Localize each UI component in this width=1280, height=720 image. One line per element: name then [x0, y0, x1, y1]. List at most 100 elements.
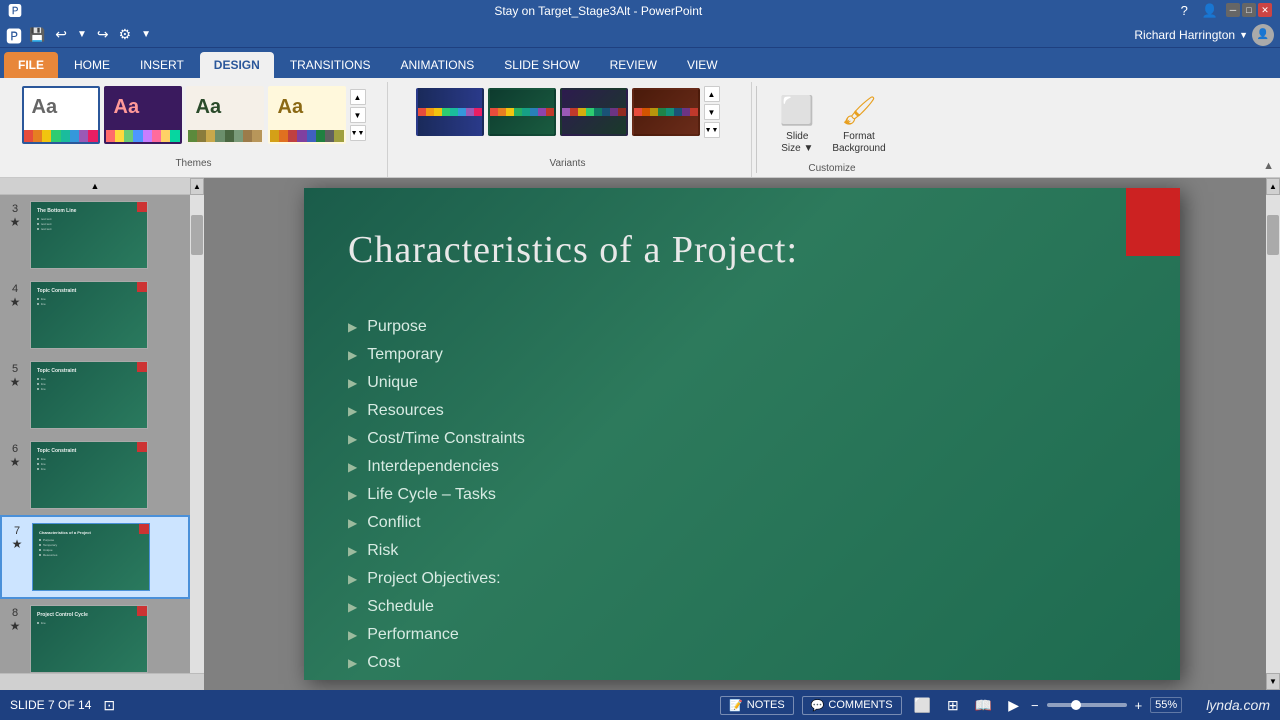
bullet-interdependencies: ▶ Interdependencies: [348, 458, 1136, 476]
more-icon[interactable]: ⚙: [116, 24, 135, 45]
slide-scrollbar-up[interactable]: ▲: [190, 178, 204, 195]
main-scrollbar[interactable]: ▲ ▼: [1266, 178, 1280, 690]
normal-view-button[interactable]: ⬜: [910, 695, 935, 716]
bullet-arrow-icon: ▶: [348, 488, 357, 502]
slide-sorter-button[interactable]: ⊞: [943, 695, 963, 716]
variants-scroll-down[interactable]: ▼: [704, 104, 720, 120]
notes-button[interactable]: 📝 NOTES: [720, 696, 794, 715]
themes-scroll-down[interactable]: ▼: [350, 107, 366, 123]
theme-b-thumb[interactable]: Aa: [104, 86, 182, 144]
bullet-arrow-icon: ▶: [348, 376, 357, 390]
variants-scroll-up[interactable]: ▲: [704, 86, 720, 102]
main-scrollbar-down[interactable]: ▼: [1266, 673, 1280, 690]
user-name[interactable]: Richard Harrington ▼ 👤: [1134, 24, 1274, 46]
lynda-logo: lynda.com: [1206, 697, 1270, 713]
tab-view[interactable]: VIEW: [673, 52, 732, 78]
slide-thumb-7[interactable]: 7 ★ Characteristics of a Project Purpose…: [0, 515, 190, 599]
slide-thumb-6[interactable]: 6 ★ Topic Constraint line line line: [0, 435, 190, 515]
bullet-arrow-icon: ▶: [348, 544, 357, 558]
main-slide-area: Characteristics of a Project: ▶ Purpose …: [204, 178, 1280, 690]
undo-arrow-icon[interactable]: ▼: [74, 27, 90, 42]
bullet-resources: ▶ Resources: [348, 402, 1136, 420]
tab-file[interactable]: FILE: [4, 52, 58, 78]
variant-4-thumb[interactable]: [632, 88, 700, 136]
theme-d-thumb[interactable]: Aa: [268, 86, 346, 144]
variants-section: ▲ ▼ ▼▼ Variants: [392, 82, 752, 177]
zoom-level[interactable]: 55%: [1150, 697, 1182, 713]
variants-scroll-arrows: ▲ ▼ ▼▼: [704, 86, 720, 138]
status-bar: SLIDE 7 OF 14 ⊡ 📝 NOTES 💬 COMMENTS ⬜ ⊞ 📖…: [0, 690, 1280, 720]
bullet-risk: ▶ Risk: [348, 542, 1136, 560]
customize-section: ⬜ SlideSize ▼ 🖌 FormatBackground Customi…: [761, 82, 911, 177]
bullet-arrow-icon: ▶: [348, 460, 357, 474]
slide-size-button[interactable]: ⬜ SlideSize ▼: [772, 90, 822, 159]
slide-thumb-5[interactable]: 5 ★ Topic Constraint line line line: [0, 355, 190, 435]
slide-corner-accent: [1126, 188, 1180, 256]
bullet-arrow-icon: ▶: [348, 600, 357, 614]
zoom-out-icon[interactable]: −: [1031, 698, 1039, 713]
slide-panel-scroll-up[interactable]: ▲: [0, 178, 190, 195]
tab-home[interactable]: HOME: [60, 52, 124, 78]
undo-icon[interactable]: ↩: [52, 24, 70, 45]
zoom-in-icon[interactable]: +: [1135, 698, 1143, 713]
tab-animations[interactable]: ANIMATIONS: [386, 52, 488, 78]
zoom-slider[interactable]: [1047, 703, 1127, 707]
account-icon[interactable]: 👤: [1196, 3, 1224, 19]
variant-3-thumb[interactable]: [560, 88, 628, 136]
tab-design[interactable]: DESIGN: [200, 52, 274, 78]
statusbar-right: 📝 NOTES 💬 COMMENTS ⬜ ⊞ 📖 ▶ − + 55% lynda…: [720, 695, 1270, 716]
tab-slideshow[interactable]: SLIDE SHOW: [490, 52, 593, 78]
variants-more[interactable]: ▼▼: [704, 122, 720, 138]
slide-panel-scroll-down[interactable]: ▼: [0, 673, 190, 690]
collapse-ribbon-button[interactable]: ▲: [1263, 160, 1274, 172]
window-controls: ? 👤 ─ □ ✕: [1175, 3, 1272, 19]
main-scrollbar-track: [1266, 195, 1280, 673]
quick-access-more[interactable]: ▼: [138, 27, 154, 42]
slide-panel-scrollbar[interactable]: ▲ ▼: [190, 178, 204, 690]
themes-scroll-arrows: ▲ ▼ ▼▼: [350, 89, 366, 141]
main-scrollbar-thumb[interactable]: [1267, 215, 1279, 255]
save-icon[interactable]: 💾: [26, 25, 48, 45]
slide-show-button[interactable]: ▶: [1004, 695, 1023, 716]
format-background-button[interactable]: 🖌 FormatBackground: [826, 90, 891, 159]
slide-thumb-8[interactable]: 8 ★ Project Control Cycle line: [0, 599, 190, 679]
bullet-conflict: ▶ Conflict: [348, 514, 1136, 532]
tab-insert[interactable]: INSERT: [126, 52, 198, 78]
bullet-unique: ▶ Unique: [348, 374, 1136, 392]
zoom-handle[interactable]: [1071, 700, 1081, 710]
minimize-button[interactable]: ─: [1226, 3, 1240, 17]
title-bar-left: 🅿: [8, 1, 22, 21]
tab-transitions[interactable]: TRANSITIONS: [276, 52, 385, 78]
bullet-cost: ▶ Cost: [348, 654, 1136, 672]
help-icon[interactable]: ?: [1175, 3, 1194, 19]
slide-thumb-3[interactable]: 3 ★ The Bottom Line text text text text …: [0, 195, 190, 275]
bullet-arrow-icon: ▶: [348, 404, 357, 418]
variants-row: ▲ ▼ ▼▼: [416, 86, 720, 138]
notes-icon: 📝: [729, 699, 743, 712]
bullet-arrow-icon: ▶: [348, 348, 357, 362]
close-button[interactable]: ✕: [1258, 3, 1272, 17]
theme-a-thumb[interactable]: Aa: [22, 86, 100, 144]
ribbon-tabs: FILE HOME INSERT DESIGN TRANSITIONS ANIM…: [0, 48, 1280, 78]
bullet-text: Cost/Time Constraints: [367, 430, 525, 448]
variant-2-thumb[interactable]: [488, 88, 556, 136]
main-scrollbar-up[interactable]: ▲: [1266, 178, 1280, 195]
comments-button[interactable]: 💬 COMMENTS: [802, 696, 902, 715]
slide-scrollbar-thumb[interactable]: [191, 215, 203, 255]
theme-c-thumb[interactable]: Aa: [186, 86, 264, 144]
slide-panel-wrapper: ▲ 3 ★ The Bottom Line text text text tex…: [0, 178, 204, 690]
star-icon-8: ★: [10, 619, 21, 633]
redo-icon[interactable]: ↪: [94, 24, 112, 45]
current-slide[interactable]: Characteristics of a Project: ▶ Purpose …: [304, 188, 1180, 680]
slide-title[interactable]: Characteristics of a Project:: [348, 228, 1100, 272]
slide-size-label: SlideSize ▼: [781, 131, 813, 155]
themes-scroll-up[interactable]: ▲: [350, 89, 366, 105]
fit-slide-button[interactable]: ⊡: [103, 697, 115, 714]
reading-view-button[interactable]: 📖: [971, 695, 996, 716]
slide-thumb-4[interactable]: 4 ★ Topic Constraint line line: [0, 275, 190, 355]
format-background-label: FormatBackground: [832, 131, 885, 155]
variant-1-thumb[interactable]: [416, 88, 484, 136]
restore-button[interactable]: □: [1242, 3, 1256, 17]
tab-review[interactable]: REVIEW: [596, 52, 671, 78]
themes-more[interactable]: ▼▼: [350, 125, 366, 141]
